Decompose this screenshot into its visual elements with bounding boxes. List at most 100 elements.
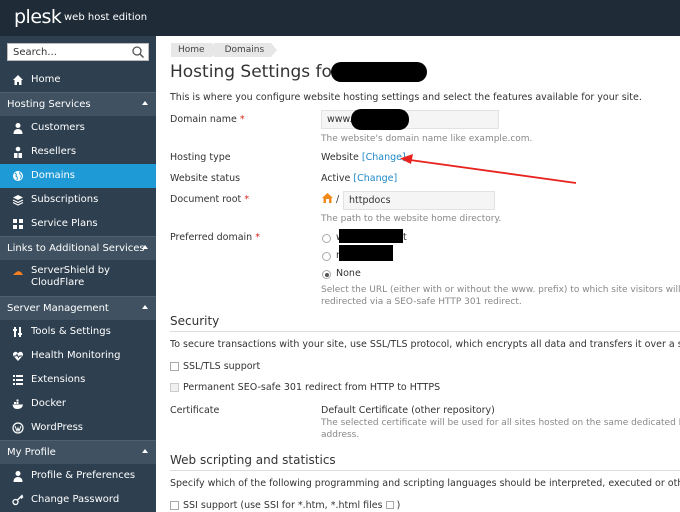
redacted-nonwww-domain — [339, 245, 393, 261]
preferred-domain-hint-2: redirected via a SEO-safe HTTP 301 redir… — [321, 297, 522, 307]
globe-icon — [13, 171, 23, 181]
sidebar-item-docker[interactable]: Docker — [0, 392, 156, 416]
preferred-domain-none-label: None — [336, 268, 361, 279]
sidebar-item-label: Customers — [31, 122, 85, 133]
document-root-hint: The path to the website home directory. — [321, 214, 502, 224]
website-status-label: Website status — [170, 173, 241, 184]
certificate-hint-2: address. — [321, 430, 360, 440]
sidebar-item-label: ServerShield by CloudFlare — [31, 265, 110, 288]
subscription-icon — [12, 195, 24, 206]
section-label: Links to Additional Services — [7, 243, 145, 254]
sidebar-item-profile-preferences[interactable]: Profile & Preferences — [0, 464, 156, 488]
sidebar-item-health-monitoring[interactable]: Health Monitoring — [0, 344, 156, 368]
hosting-type-change-link[interactable]: [Change] — [362, 152, 406, 163]
sidebar-item-label: Change Password — [31, 494, 120, 505]
ssi-html-checkbox[interactable] — [385, 501, 394, 509]
sidebar-item-label: WordPress — [31, 422, 84, 433]
website-status-value: Active [Change] — [321, 173, 398, 184]
redacted-www-domain — [339, 229, 403, 243]
sidebar-item-extensions[interactable]: Extensions — [0, 368, 156, 392]
breadcrumb-home[interactable]: Home — [171, 43, 218, 57]
sidebar-item-label: Subscriptions — [31, 194, 99, 205]
sidebar-item-servershield[interactable]: ServerShield by CloudFlare — [0, 262, 156, 292]
section-label: Hosting Services — [7, 99, 91, 110]
security-description: To secure transactions with your site, u… — [170, 339, 680, 350]
preferred-domain-www-radio[interactable] — [322, 234, 331, 243]
plesk-logo[interactable]: plesk — [14, 6, 62, 28]
sidebar-item-service-plans[interactable]: Service Plans — [0, 212, 156, 236]
section-additional-services[interactable]: Links to Additional Services — [0, 236, 156, 260]
preferred-domain-label: Preferred domain * — [170, 232, 260, 243]
document-root-input[interactable]: httpdocs — [343, 191, 495, 210]
heart-icon — [12, 351, 24, 361]
sidebar-item-label: Service Plans — [31, 218, 98, 229]
certificate-label: Certificate — [170, 405, 220, 416]
https-redirect-checkbox[interactable] — [170, 383, 179, 392]
sidebar-item-subscriptions[interactable]: Subscriptions — [0, 188, 156, 212]
sidebar-item-resellers[interactable]: Resellers — [0, 140, 156, 164]
cloudflare-icon — [13, 271, 23, 275]
hosting-type-label: Hosting type — [170, 152, 231, 163]
key-icon — [12, 494, 24, 506]
service-plans-icon — [13, 219, 23, 229]
collapse-caret-icon — [142, 305, 148, 309]
section-hosting-services[interactable]: Hosting Services — [0, 92, 156, 116]
home-icon — [13, 75, 23, 85]
domain-name-label: Domain name * — [170, 114, 245, 125]
website-status-change-link[interactable]: [Change] — [353, 173, 397, 184]
search-box[interactable] — [7, 43, 149, 61]
certificate-hint-1: The selected certificate will be used fo… — [321, 418, 680, 428]
ssi-support-checkbox[interactable] — [170, 501, 179, 510]
section-my-profile[interactable]: My Profile — [0, 440, 156, 464]
sidebar: Home Hosting Services Customers Reseller… — [0, 36, 156, 512]
security-divider — [170, 331, 680, 332]
profile-icon — [13, 471, 23, 482]
tools-icon — [13, 327, 22, 337]
redacted-domain-title — [331, 62, 427, 82]
sidebar-item-label: Home — [31, 74, 61, 85]
section-server-management[interactable]: Server Management — [0, 296, 156, 320]
home-directory-icon — [322, 193, 333, 203]
sidebar-item-home[interactable]: Home — [0, 68, 156, 92]
sidebar-item-label: Profile & Preferences — [31, 470, 136, 481]
ssl-support-label: SSL/TLS support — [183, 361, 261, 372]
domain-name-hint: The website's domain name like example.c… — [321, 134, 533, 144]
preferred-domain-nonwww-radio[interactable] — [322, 252, 331, 261]
sidebar-item-tools-settings[interactable]: Tools & Settings — [0, 320, 156, 344]
document-root-slash: / — [336, 194, 340, 205]
collapse-caret-icon — [142, 449, 148, 453]
preferred-domain-www-suffix: t — [403, 232, 407, 243]
section-label: Server Management — [7, 303, 109, 314]
certificate-value: Default Certificate (other repository) — [321, 405, 495, 416]
sidebar-item-label: Extensions — [31, 374, 86, 385]
search-input[interactable] — [8, 44, 126, 60]
sidebar-item-customers[interactable]: Customers — [0, 116, 156, 140]
ssi-support-label: SSI support (use SSI for *.htm, *.html f… — [183, 500, 401, 511]
collapse-caret-icon — [142, 245, 148, 249]
ssl-support-checkbox[interactable] — [170, 362, 179, 371]
breadcrumb-domains[interactable]: Domains — [213, 43, 277, 57]
collapse-caret-icon — [142, 101, 148, 105]
reseller-icon — [14, 146, 22, 158]
scripting-description: Specify which of the following programmi… — [170, 478, 680, 489]
redacted-domain-name — [351, 109, 409, 130]
preferred-domain-none-radio[interactable] — [322, 270, 331, 279]
page-title: Hosting Settings for — [170, 62, 339, 82]
docker-icon — [12, 399, 23, 409]
wordpress-icon — [12, 422, 24, 434]
sidebar-item-label: Docker — [31, 398, 67, 409]
security-heading: Security — [170, 314, 220, 328]
sidebar-item-label: Domains — [31, 170, 76, 181]
sidebar-item-wordpress[interactable]: WordPress — [0, 416, 156, 440]
scripting-divider — [170, 470, 680, 471]
sidebar-item-change-password[interactable]: Change Password — [0, 488, 156, 512]
edition-label: web host edition — [64, 12, 148, 23]
scripting-heading: Web scripting and statistics — [170, 453, 336, 467]
sidebar-item-label: Resellers — [31, 146, 77, 157]
sidebar-item-domains[interactable]: Domains — [0, 164, 156, 188]
extensions-icon — [13, 375, 23, 385]
search-icon[interactable] — [131, 45, 145, 59]
https-redirect-label: Permanent SEO-safe 301 redirect from HTT… — [183, 382, 441, 393]
domain-name-field[interactable]: www. — [321, 110, 499, 129]
customer-icon — [13, 123, 23, 134]
